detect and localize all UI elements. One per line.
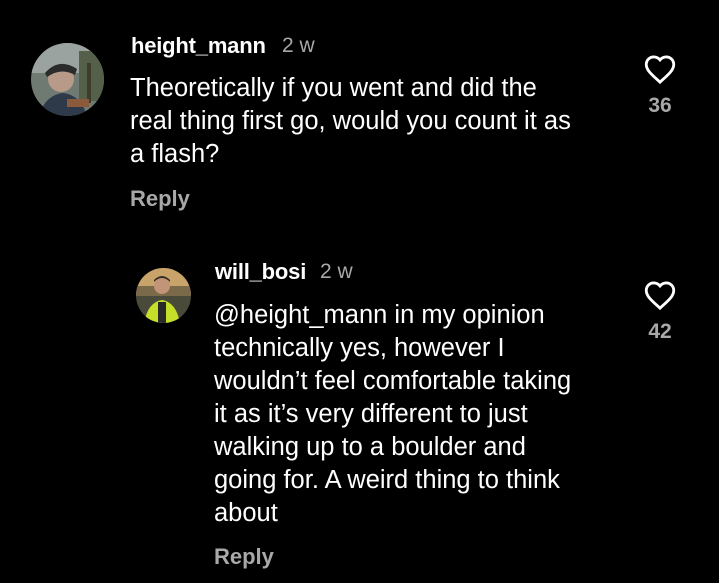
comment-username[interactable]: height_mann xyxy=(131,33,266,59)
comment-timestamp: 2 w xyxy=(282,34,315,57)
avatar[interactable] xyxy=(136,268,191,323)
comment-text-line: a flash? xyxy=(130,140,220,168)
like-count: 36 xyxy=(648,94,672,117)
comment-text: @height_mann in my opinion technically y… xyxy=(214,299,571,530)
comment-text-line: about xyxy=(214,499,278,527)
comment-text-line: going for. A weird thing to think xyxy=(214,466,560,494)
reply-button[interactable]: Reply xyxy=(214,544,274,570)
comment-username[interactable]: will_bosi xyxy=(215,259,306,285)
heart-outline-icon[interactable] xyxy=(643,279,677,311)
comment-text-line: real thing first go, would you count it … xyxy=(130,107,571,135)
comment-text-line: Theoretically if you went and did the xyxy=(130,74,537,102)
comment-text-line: @height_mann in my opinion xyxy=(214,301,545,329)
comment-text-line: wouldn’t feel comfortable taking xyxy=(214,367,572,395)
reply-button[interactable]: Reply xyxy=(130,186,190,212)
comment-timestamp: 2 w xyxy=(320,260,353,283)
comment-text: Theoretically if you went and did the re… xyxy=(130,72,571,171)
heart-outline-icon[interactable] xyxy=(643,53,677,85)
avatar[interactable] xyxy=(31,43,104,116)
comment-text-line: technically yes, however I xyxy=(214,334,505,362)
comment-text-line: walking up to a boulder and xyxy=(214,433,526,461)
comment-text-line: it as it’s very different to just xyxy=(214,400,528,428)
profile-photo-icon xyxy=(136,268,191,323)
profile-photo-icon xyxy=(31,43,104,116)
like-count: 42 xyxy=(648,320,672,343)
